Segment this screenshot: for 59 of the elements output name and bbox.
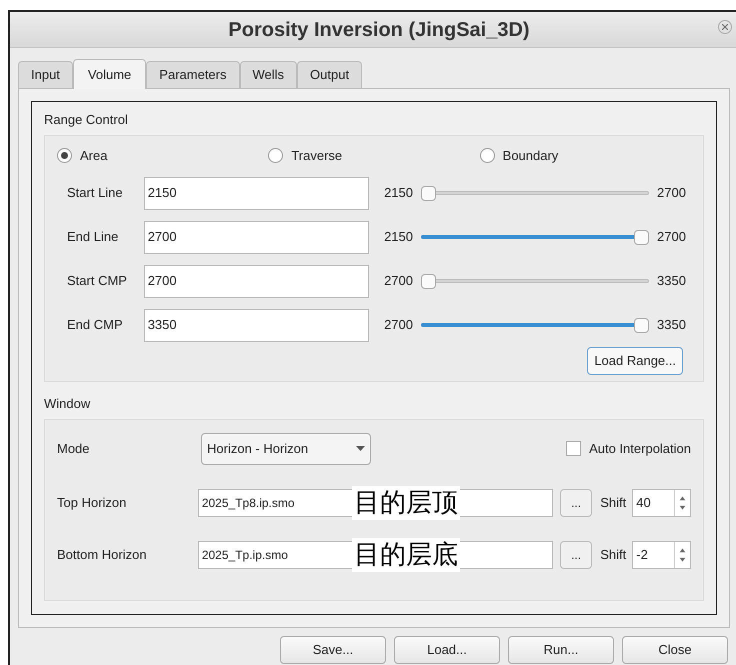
annotation-label: 目的层顶 <box>352 486 460 520</box>
slider-max: 3350 <box>657 316 687 334</box>
slider-max: 2700 <box>657 228 687 246</box>
tab[interactable]: Input <box>18 61 73 88</box>
input-field[interactable]: 2700 <box>144 264 369 298</box>
slider[interactable] <box>421 317 649 333</box>
section-title: Window <box>44 395 92 413</box>
tab[interactable]: Parameters <box>146 61 240 88</box>
field-label: End Line <box>66 228 120 246</box>
slider[interactable] <box>421 185 649 201</box>
field-label: Start CMP <box>66 272 128 290</box>
radio-button[interactable] <box>57 148 72 163</box>
slider-min: 2150 <box>383 184 413 202</box>
tab[interactable]: Output <box>297 61 362 88</box>
slider-min: 2700 <box>383 272 413 290</box>
dialog-button[interactable]: Save... <box>280 636 386 664</box>
field-label: Top Horizon <box>57 494 128 512</box>
checkbox-label: Auto Interpolation <box>589 440 691 458</box>
browse-button[interactable]: ... <box>560 488 592 516</box>
field-label: Bottom Horizon <box>57 546 148 564</box>
input-field[interactable]: 2700 <box>144 220 369 254</box>
slider[interactable] <box>421 229 649 245</box>
field-label: Mode <box>57 440 91 458</box>
radio-button[interactable] <box>268 148 284 163</box>
tab[interactable]: Volume <box>72 59 146 89</box>
load-range-button[interactable]: Load Range... <box>587 347 683 375</box>
section-title: Range Control <box>44 111 129 129</box>
checkbox[interactable] <box>566 441 582 456</box>
input-field[interactable]: 2150 <box>144 176 369 210</box>
slider[interactable] <box>421 273 649 289</box>
dialog-button[interactable]: Load... <box>394 636 500 664</box>
radio-option[interactable]: Boundary <box>480 146 691 165</box>
slider-handle[interactable] <box>634 318 649 332</box>
slider-max: 2700 <box>657 184 687 202</box>
window-title: Porosity Inversion (JingSai_3D) <box>228 18 530 42</box>
slider-handle[interactable] <box>634 230 649 244</box>
spin-box[interactable]: -2 <box>632 540 691 568</box>
slider-handle[interactable] <box>421 274 436 288</box>
slider-max: 3350 <box>657 272 687 290</box>
field-label: Start Line <box>66 184 124 202</box>
dialog-button[interactable]: Close <box>622 636 728 664</box>
radio-button[interactable] <box>480 148 495 163</box>
spin-box[interactable]: 40 <box>632 488 691 516</box>
shift-label: Shift <box>600 494 626 512</box>
mode-dropdown[interactable]: Horizon - Horizon <box>201 432 371 464</box>
caret-icon <box>356 446 365 451</box>
dialog-button[interactable]: Run... <box>508 636 614 664</box>
field-label: End CMP <box>66 316 124 334</box>
annotation-label: 目的层底 <box>352 538 460 572</box>
browse-button[interactable]: ... <box>560 540 592 568</box>
slider-handle[interactable] <box>421 186 436 200</box>
slider-min: 2150 <box>383 228 413 246</box>
input-field[interactable]: 3350 <box>144 308 369 342</box>
radio-option[interactable]: Area <box>57 146 268 165</box>
radio-option[interactable]: Traverse <box>268 146 480 165</box>
slider-min: 2700 <box>383 316 413 334</box>
close-icon[interactable] <box>718 20 732 34</box>
shift-label: Shift <box>600 546 626 564</box>
tab[interactable]: Wells <box>240 61 298 88</box>
